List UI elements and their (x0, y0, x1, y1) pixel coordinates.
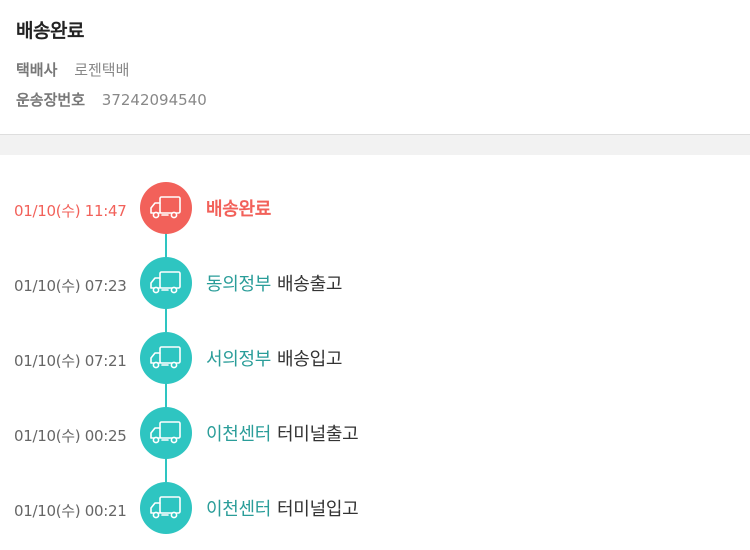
event-location: 이천센터 (206, 499, 272, 520)
page-title: 배송완료 (16, 20, 84, 42)
tracking-timeline: 01/10(수) 11:47 배송완료 01/10(수) 07:23 동의정부 … (0, 155, 750, 550)
event-status: 배송입고 (277, 349, 343, 370)
tracking-row: 운송장번호 37242094540 (16, 89, 207, 110)
delivery-truck-icon (140, 482, 192, 534)
delivery-truck-icon (140, 182, 192, 234)
event-status: 배송완료 (206, 199, 272, 220)
event-time: 01/10(수) 11:47 (14, 202, 127, 220)
delivery-header: 배송완료 택배사 로젠택배 운송장번호 37242094540 (0, 0, 750, 135)
timeline-event: 01/10(수) 07:21 서의정부 배송입고 (0, 332, 750, 386)
event-time: 01/10(수) 00:21 (14, 502, 127, 520)
tracking-number: 37242094540 (101, 91, 207, 109)
timeline-event: 01/10(수) 00:21 이천센터 터미널입고 (0, 482, 750, 536)
event-location: 이천센터 (206, 424, 272, 445)
carrier-row: 택배사 로젠택배 (16, 59, 129, 80)
timeline-event: 01/10(수) 11:47 배송완료 (0, 182, 750, 236)
event-time: 01/10(수) 07:21 (14, 352, 127, 370)
event-status: 터미널입고 (277, 499, 359, 520)
event-label: 이천센터 터미널출고 (206, 420, 359, 446)
event-status: 터미널출고 (277, 424, 359, 445)
timeline-event: 01/10(수) 00:25 이천센터 터미널출고 (0, 407, 750, 461)
delivery-truck-icon (140, 407, 192, 459)
event-label: 서의정부 배송입고 (206, 345, 342, 371)
delivery-truck-icon (140, 257, 192, 309)
carrier-label: 택배사 (16, 61, 58, 79)
carrier-value: 로젠택배 (74, 61, 130, 79)
tracking-label: 운송장번호 (16, 91, 86, 109)
event-label: 이천센터 터미널입고 (206, 495, 359, 521)
event-time: 01/10(수) 00:25 (14, 427, 127, 445)
event-status: 배송출고 (277, 274, 343, 295)
timeline-event: 01/10(수) 07:23 동의정부 배송출고 (0, 257, 750, 311)
event-location: 서의정부 (206, 349, 272, 370)
event-label: 동의정부 배송출고 (206, 270, 342, 296)
event-label: 배송완료 (206, 195, 271, 221)
delivery-truck-icon (140, 332, 192, 384)
event-time: 01/10(수) 07:23 (14, 277, 127, 295)
section-divider (0, 135, 750, 155)
event-location: 동의정부 (206, 274, 272, 295)
